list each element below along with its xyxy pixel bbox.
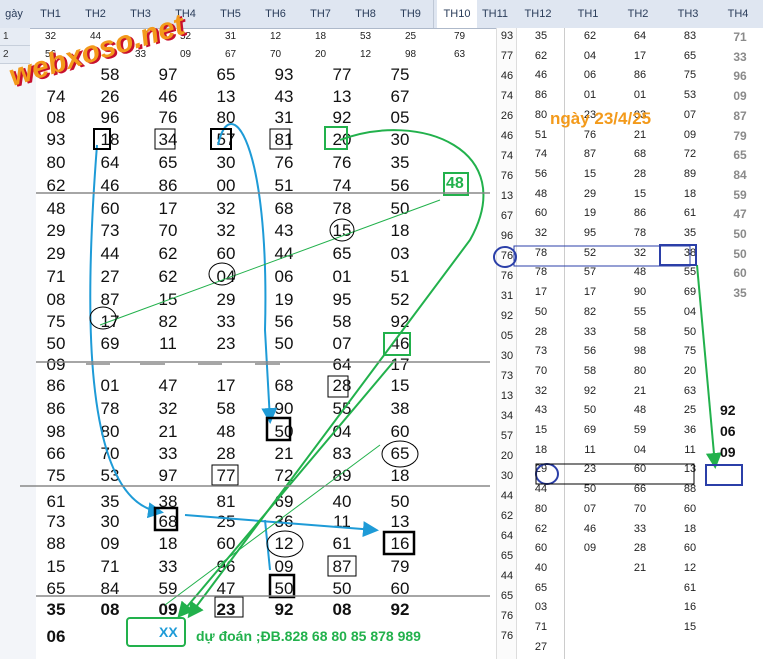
box-23 <box>214 596 244 618</box>
box-34 <box>154 128 176 150</box>
blue-arrow-right <box>184 514 379 538</box>
row-box-lower <box>535 463 695 485</box>
thin-green-line-1 <box>99 199 441 326</box>
green-arrow-long <box>187 129 485 619</box>
circle-17 <box>89 306 117 330</box>
box-57 <box>210 128 232 150</box>
circle-12 <box>266 530 304 558</box>
prediction-number: 09 <box>720 444 736 460</box>
thin-green-line-2 <box>164 444 381 606</box>
circle-04 <box>208 262 236 286</box>
label-48: 48 <box>446 175 464 192</box>
circle-65 <box>381 440 419 468</box>
circle-96 <box>493 246 517 268</box>
box-prediction-empty <box>705 464 743 486</box>
annotation-overlay <box>20 123 743 647</box>
box-16 <box>382 530 416 556</box>
green-arrow-mid <box>177 359 396 619</box>
row-box-upper <box>513 245 691 267</box>
prediction-number: 92 <box>720 402 736 418</box>
prediction-number: 06 <box>720 423 736 439</box>
box-38 <box>659 244 697 266</box>
prediction-text: dự đoán ;ĐB.828 68 80 85 878 989 <box>196 628 421 644</box>
box-77 <box>211 464 239 486</box>
box-50 <box>265 416 292 442</box>
box-28 <box>327 375 349 398</box>
box-81 <box>269 128 291 150</box>
xx-label: XX <box>159 624 178 640</box>
box-87 <box>327 555 357 577</box>
circle-15 <box>329 218 355 242</box>
circle-29 <box>535 463 559 485</box>
green-arrow-right <box>696 264 722 469</box>
box-50b <box>268 573 296 599</box>
